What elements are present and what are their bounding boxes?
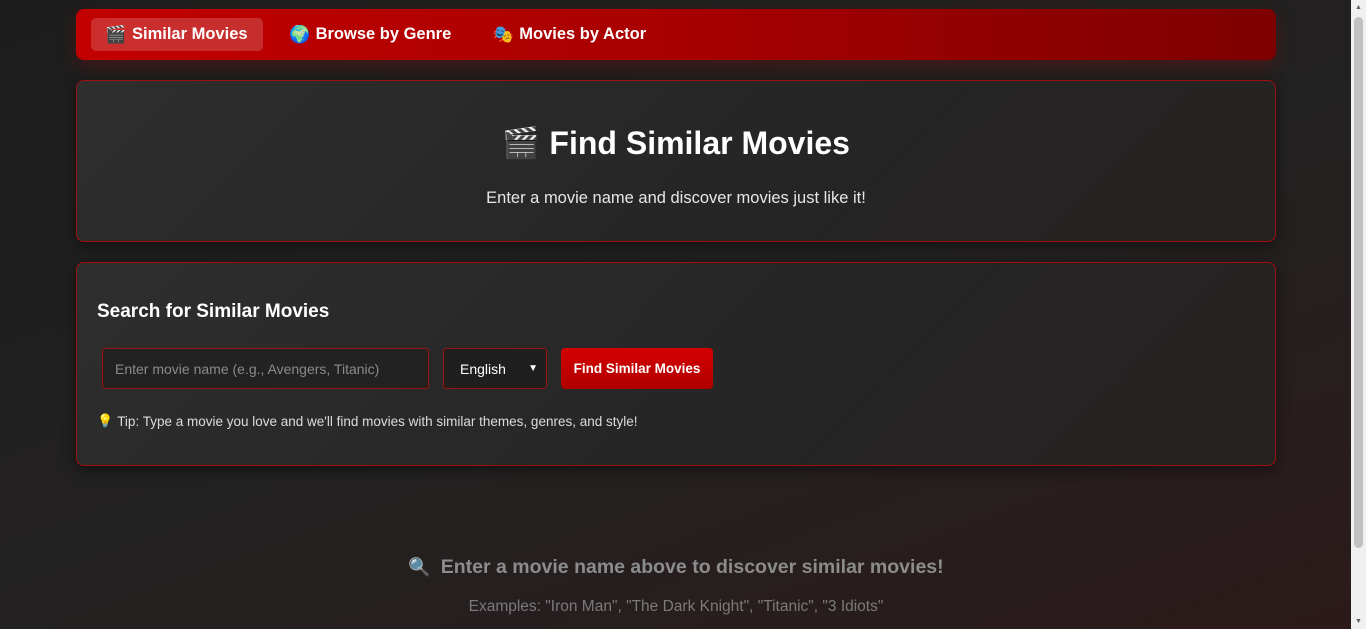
hero-panel: 🎬 Find Similar Movies Enter a movie name… [76,80,1276,242]
movie-search-input[interactable] [102,348,429,389]
clapperboard-icon: 🎬 [502,127,540,160]
vertical-scrollbar[interactable]: ▲ ▼ [1351,0,1366,629]
tip-text: Tip: Type a movie you love and we'll fin… [117,413,638,429]
empty-state: 🔍 Enter a movie name above to discover s… [0,556,1352,616]
theater-masks-icon: 🎭 [492,24,514,44]
lightbulb-icon: 💡 [97,413,114,428]
scroll-up-arrow-icon[interactable]: ▲ [1351,0,1366,15]
chevron-down-icon: ▼ [528,363,538,374]
search-panel: Search for Similar Movies English ▼ Find… [76,262,1276,466]
clapperboard-icon: 🎬 [105,24,127,44]
nav-tab-label: Similar Movies [132,25,248,43]
nav-tab-label: Browse by Genre [315,25,452,43]
page-title: 🎬 Find Similar Movies [77,125,1275,162]
top-nav: 🎬 Similar Movies 🌍 Browse by Genre 🎭 Mov… [76,9,1276,60]
nav-tab-browse-by-genre[interactable]: 🌍 Browse by Genre [275,18,467,51]
empty-state-text: Enter a movie name above to discover sim… [440,556,944,578]
language-select-value: English [460,360,506,377]
page-subtitle: Enter a movie name and discover movies j… [486,189,866,207]
scroll-down-arrow-icon[interactable]: ▼ [1351,614,1366,629]
nav-tab-similar-movies[interactable]: 🎬 Similar Movies [91,18,263,51]
nav-tab-label: Movies by Actor [519,25,647,43]
globe-icon: 🌍 [288,24,311,44]
magnifier-icon: 🔍 [408,557,431,577]
find-similar-movies-button[interactable]: Find Similar Movies [561,348,713,389]
search-heading: Search for Similar Movies [97,301,330,322]
empty-state-message: 🔍 Enter a movie name above to discover s… [0,556,1352,579]
scrollbar-thumb[interactable] [1354,17,1363,548]
nav-tab-movies-by-actor[interactable]: 🎭 Movies by Actor [478,18,661,51]
page-container: 🎬 Similar Movies 🌍 Browse by Genre 🎭 Mov… [76,9,1276,466]
search-tip: 💡 Tip: Type a movie you love and we'll f… [97,413,1255,429]
empty-state-examples: Examples: "Iron Man", "The Dark Knight",… [468,598,884,615]
language-select[interactable]: English ▼ [443,348,547,389]
page-title-text: Find Similar Movies [549,125,850,161]
search-controls: English ▼ Find Similar Movies [102,348,1255,389]
